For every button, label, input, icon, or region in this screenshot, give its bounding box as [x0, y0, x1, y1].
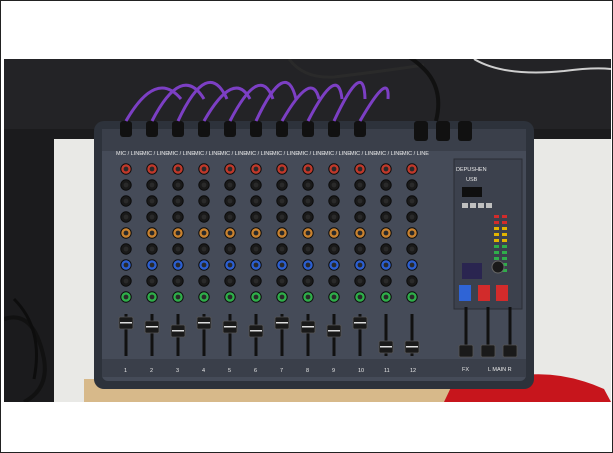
mixer-photo: MIC / LINE MIC / LINE MIC / LINE MIC / LINE…: [4, 59, 611, 402]
usb-display: [462, 187, 482, 197]
channel-number: 2: [150, 368, 153, 374]
brand-label: DEPUSHEN: [456, 167, 487, 173]
channel-number: 7: [280, 368, 283, 374]
channel-header: MIC / LINE: [376, 151, 403, 157]
channel-header: MIC / LINE: [298, 151, 325, 157]
button-blue[interactable]: [459, 285, 471, 301]
channel-header: MIC / LINE: [324, 151, 351, 157]
xlr-plug: [146, 121, 158, 137]
fader-slot: [306, 314, 310, 356]
jack-plug: [414, 121, 428, 141]
channel-number: 3: [176, 368, 179, 374]
master-fader-cap[interactable]: [480, 344, 496, 358]
channel-header: MIC / LINE: [194, 151, 221, 157]
channel-number: 1: [124, 368, 127, 374]
mains-label: L MAIN R: [488, 367, 512, 373]
jack-plug: [458, 121, 472, 141]
channel-header: MIC / LINE: [220, 151, 247, 157]
mode-button[interactable]: [478, 203, 484, 208]
xlr-plug: [250, 121, 262, 137]
jack-plug: [436, 121, 450, 141]
button-red[interactable]: [496, 285, 508, 301]
channel-header: MIC / LINE: [272, 151, 299, 157]
mode-button[interactable]: [486, 203, 492, 208]
channel-number: 6: [254, 368, 257, 374]
master-fader-cap[interactable]: [458, 344, 474, 358]
channel-header: MIC / LINE: [142, 151, 169, 157]
channel-header: MIC / LINE: [350, 151, 377, 157]
usb-label: USB: [466, 177, 478, 183]
mode-button[interactable]: [470, 203, 476, 208]
channel-number: 8: [306, 368, 309, 374]
xlr-plug: [198, 121, 210, 137]
xlr-plug: [224, 121, 236, 137]
fader-slot: [150, 314, 154, 356]
image-frame: MIC / LINE MIC / LINE MIC / LINE MIC / LINE…: [0, 0, 613, 453]
channel-number: 11: [384, 368, 390, 374]
fx-knob[interactable]: [491, 260, 505, 274]
mixer: MIC / LINE MIC / LINE MIC / LINE MIC / LINE…: [94, 121, 534, 389]
fader-slot: [228, 314, 232, 356]
fx-label: FX: [462, 367, 469, 373]
channel-number: 10: [358, 368, 364, 374]
channel-header: MIC / LINE: [116, 151, 143, 157]
xlr-plug: [328, 121, 340, 137]
channel-number: 12: [410, 368, 416, 374]
xlr-plug: [120, 121, 132, 137]
channel-header: MIC / LINE: [246, 151, 273, 157]
xlr-plug: [302, 121, 314, 137]
fx-display: [462, 263, 482, 279]
button-red[interactable]: [478, 285, 490, 301]
channel-header: MIC / LINE: [168, 151, 195, 157]
channel-number: 4: [202, 368, 205, 374]
xlr-plug: [276, 121, 288, 137]
mode-button[interactable]: [462, 203, 468, 208]
xlr-plug: [354, 121, 366, 137]
channel-number: 5: [228, 368, 231, 374]
channel-header: MIC / LINE: [402, 151, 429, 157]
xlr-plug: [172, 121, 184, 137]
master-fader-cap[interactable]: [502, 344, 518, 358]
channel-number: 9: [332, 368, 335, 374]
